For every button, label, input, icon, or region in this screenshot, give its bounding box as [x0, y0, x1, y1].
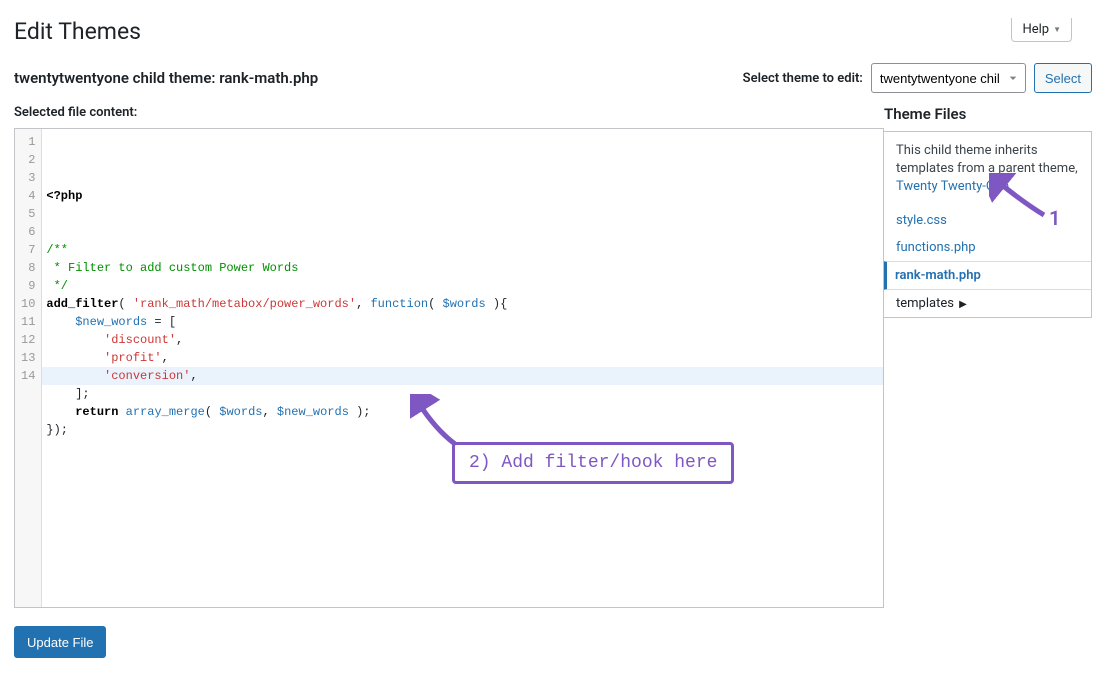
chevron-down-icon: ▼ [1053, 25, 1061, 34]
select-button[interactable]: Select [1034, 63, 1092, 93]
annotation-number-1: 1 [1049, 206, 1060, 230]
selected-file-label: Selected file content: [14, 105, 884, 120]
theme-file-item[interactable]: rank-math.php [883, 261, 1091, 290]
theme-files-heading: Theme Files [884, 105, 1092, 123]
theme-files-intro: This child theme inherits templates from… [884, 132, 1091, 207]
code-editor[interactable]: 1234567891011121314 <?php /** * Filter t… [14, 128, 884, 608]
update-file-button[interactable]: Update File [14, 626, 106, 658]
theme-select-label: Select theme to edit: [743, 71, 863, 86]
page-title: Edit Themes [14, 18, 1092, 45]
code-area[interactable]: <?php /** * Filter to add custom Power W… [42, 129, 883, 607]
file-subtitle: twentytwentyone child theme: rank-math.p… [14, 69, 318, 87]
theme-files-sidebar: This child theme inherits templates from… [884, 131, 1092, 318]
chevron-right-icon: ▶ [959, 299, 967, 310]
theme-file-item[interactable]: functions.php [884, 234, 1091, 261]
annotation-box-2: 2) Add filter/hook here [452, 442, 734, 484]
theme-file-item[interactable]: templates ▶ [884, 290, 1091, 317]
help-label: Help [1022, 22, 1049, 37]
help-tab[interactable]: Help ▼ [1011, 18, 1072, 42]
theme-select[interactable]: twentytwentyone chil [871, 63, 1026, 93]
line-numbers: 1234567891011121314 [15, 129, 42, 607]
